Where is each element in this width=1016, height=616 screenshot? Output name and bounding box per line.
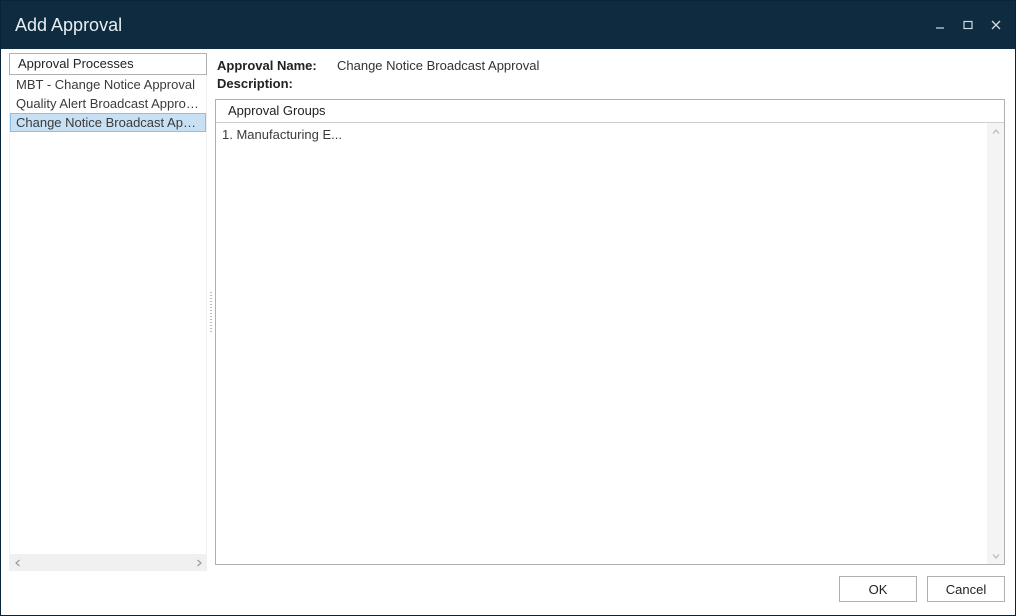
dialog-body: Approval Processes MBT - Change Notice A… <box>1 49 1015 571</box>
horizontal-scrollbar[interactable] <box>9 554 207 571</box>
list-item[interactable]: MBT - Change Notice Approval <box>10 75 206 94</box>
dialog-footer: OK Cancel <box>1 571 1015 615</box>
cancel-button[interactable]: Cancel <box>927 576 1005 602</box>
window-title: Add Approval <box>15 15 933 36</box>
approval-details-panel: Approval Name: Change Notice Broadcast A… <box>215 53 1007 571</box>
vertical-scrollbar[interactable] <box>987 123 1004 564</box>
approval-groups-header: Approval Groups <box>216 100 1004 123</box>
add-approval-window: Add Approval Approval Processes MBT - Ch… <box>0 0 1016 616</box>
window-controls <box>933 18 1003 32</box>
detail-header: Approval Name: Change Notice Broadcast A… <box>215 53 1005 99</box>
approval-processes-header: Approval Processes <box>9 53 207 75</box>
close-icon[interactable] <box>989 18 1003 32</box>
approval-name-label: Approval Name: <box>217 57 329 75</box>
list-inner: MBT - Change Notice Approval Quality Ale… <box>10 75 206 554</box>
list-item[interactable]: Quality Alert Broadcast Approval <box>10 94 206 113</box>
ok-button[interactable]: OK <box>839 576 917 602</box>
description-row: Description: <box>217 75 1003 93</box>
splitter[interactable] <box>207 53 215 571</box>
splitter-grip-icon <box>210 292 212 332</box>
approval-processes-panel: Approval Processes MBT - Change Notice A… <box>9 53 207 571</box>
approval-name-row: Approval Name: Change Notice Broadcast A… <box>217 57 1003 75</box>
list-item[interactable]: Change Notice Broadcast Approval <box>10 113 206 132</box>
group-item[interactable]: 1. Manufacturing E... <box>216 123 1004 146</box>
minimize-icon[interactable] <box>933 18 947 32</box>
description-label: Description: <box>217 75 329 93</box>
scroll-left-icon[interactable] <box>9 554 26 571</box>
approval-name-value: Change Notice Broadcast Approval <box>337 57 539 75</box>
scroll-down-icon[interactable] <box>987 547 1004 564</box>
approval-groups-list[interactable]: 1. Manufacturing E... <box>216 123 1004 564</box>
approval-processes-list[interactable]: MBT - Change Notice Approval Quality Ale… <box>9 75 207 554</box>
title-bar: Add Approval <box>1 1 1015 49</box>
scroll-right-icon[interactable] <box>190 554 207 571</box>
scroll-up-icon[interactable] <box>987 123 1004 140</box>
approval-groups-box: Approval Groups 1. Manufacturing E... <box>215 99 1005 565</box>
maximize-icon[interactable] <box>961 18 975 32</box>
